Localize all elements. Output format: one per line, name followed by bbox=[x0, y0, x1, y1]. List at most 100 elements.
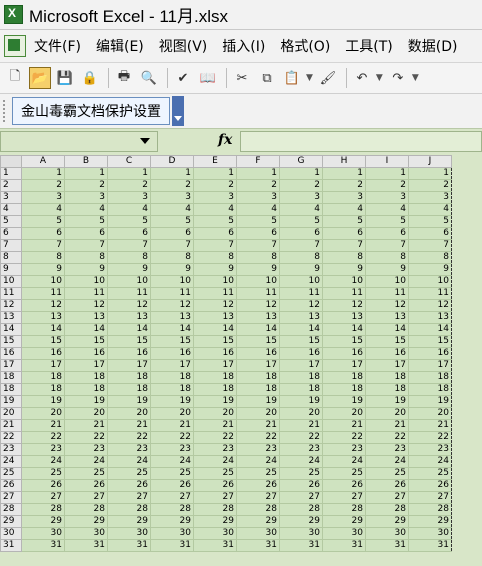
cell[interactable]: 19 bbox=[21, 395, 65, 408]
row-header[interactable]: 18 bbox=[0, 371, 22, 384]
cell[interactable]: 18 bbox=[150, 371, 194, 384]
cell[interactable]: 6 bbox=[64, 227, 108, 240]
cell[interactable]: 21 bbox=[279, 419, 323, 432]
cell[interactable]: 24 bbox=[236, 455, 280, 468]
cell[interactable]: 15 bbox=[21, 335, 65, 348]
cell[interactable]: 29 bbox=[107, 515, 151, 528]
row-header[interactable]: 24 bbox=[0, 455, 22, 468]
column-header[interactable]: C bbox=[107, 155, 151, 168]
cell[interactable]: 18 bbox=[365, 383, 409, 396]
open-folder-icon[interactable]: 📂 bbox=[29, 67, 51, 89]
cell[interactable]: 9 bbox=[21, 263, 65, 276]
row-header[interactable]: 1 bbox=[0, 167, 22, 180]
cell[interactable]: 8 bbox=[21, 251, 65, 264]
cell[interactable]: 18 bbox=[64, 383, 108, 396]
cell[interactable]: 23 bbox=[193, 443, 237, 456]
cell[interactable]: 30 bbox=[107, 527, 151, 540]
cell[interactable]: 1 bbox=[322, 167, 366, 180]
cell[interactable]: 18 bbox=[322, 371, 366, 384]
row-header[interactable]: 29 bbox=[0, 515, 22, 528]
cell[interactable]: 19 bbox=[365, 395, 409, 408]
cell[interactable]: 19 bbox=[279, 395, 323, 408]
cell[interactable]: 21 bbox=[21, 419, 65, 432]
column-header[interactable]: E bbox=[193, 155, 237, 168]
cell[interactable]: 16 bbox=[64, 347, 108, 360]
cell[interactable]: 14 bbox=[365, 323, 409, 336]
row-header[interactable]: 28 bbox=[0, 503, 22, 516]
cell[interactable]: 12 bbox=[236, 299, 280, 312]
cell[interactable]: 9 bbox=[236, 263, 280, 276]
excel-icon[interactable] bbox=[4, 5, 23, 24]
cell[interactable]: 6 bbox=[279, 227, 323, 240]
cell[interactable]: 29 bbox=[408, 515, 452, 528]
cell[interactable]: 27 bbox=[279, 491, 323, 504]
cell[interactable]: 6 bbox=[107, 227, 151, 240]
row-header[interactable]: 27 bbox=[0, 491, 22, 504]
cell[interactable]: 3 bbox=[64, 191, 108, 204]
cell[interactable]: 20 bbox=[408, 407, 452, 420]
cell[interactable]: 3 bbox=[365, 191, 409, 204]
cell[interactable]: 5 bbox=[236, 215, 280, 228]
row-header[interactable]: 19 bbox=[0, 395, 22, 408]
cell[interactable]: 13 bbox=[365, 311, 409, 324]
row-header[interactable]: 10 bbox=[0, 275, 22, 288]
cell[interactable]: 15 bbox=[107, 335, 151, 348]
cell[interactable]: 18 bbox=[107, 383, 151, 396]
cell[interactable]: 25 bbox=[322, 467, 366, 480]
cell[interactable]: 18 bbox=[21, 371, 65, 384]
cell[interactable]: 3 bbox=[279, 191, 323, 204]
row-header[interactable]: 30 bbox=[0, 527, 22, 540]
cell[interactable]: 3 bbox=[21, 191, 65, 204]
toolbar-grip[interactable] bbox=[3, 100, 8, 122]
cell[interactable]: 3 bbox=[107, 191, 151, 204]
cell[interactable]: 5 bbox=[279, 215, 323, 228]
cell[interactable]: 20 bbox=[322, 407, 366, 420]
cell[interactable]: 23 bbox=[21, 443, 65, 456]
cell[interactable]: 30 bbox=[236, 527, 280, 540]
cell[interactable]: 18 bbox=[279, 371, 323, 384]
cell[interactable]: 27 bbox=[236, 491, 280, 504]
cell[interactable]: 24 bbox=[408, 455, 452, 468]
cell[interactable]: 12 bbox=[193, 299, 237, 312]
cell[interactable]: 22 bbox=[64, 431, 108, 444]
menu-view[interactable]: 视图(V) bbox=[159, 36, 208, 56]
cell[interactable]: 2 bbox=[107, 179, 151, 192]
cell[interactable]: 4 bbox=[64, 203, 108, 216]
cell[interactable]: 22 bbox=[107, 431, 151, 444]
cell[interactable]: 4 bbox=[107, 203, 151, 216]
cell[interactable]: 21 bbox=[236, 419, 280, 432]
cell[interactable]: 19 bbox=[236, 395, 280, 408]
cell[interactable]: 5 bbox=[322, 215, 366, 228]
cell[interactable]: 1 bbox=[279, 167, 323, 180]
print-icon[interactable]: 🖶 bbox=[113, 67, 135, 89]
cell[interactable]: 31 bbox=[365, 539, 409, 552]
cell[interactable]: 26 bbox=[408, 479, 452, 492]
cell[interactable]: 12 bbox=[150, 299, 194, 312]
row-header[interactable]: 20 bbox=[0, 407, 22, 420]
column-header[interactable]: I bbox=[365, 155, 409, 168]
cell[interactable]: 16 bbox=[365, 347, 409, 360]
cell[interactable]: 5 bbox=[408, 215, 452, 228]
row-header[interactable]: 11 bbox=[0, 287, 22, 300]
cell[interactable]: 27 bbox=[365, 491, 409, 504]
cell[interactable]: 30 bbox=[408, 527, 452, 540]
cell[interactable]: 4 bbox=[408, 203, 452, 216]
cell[interactable]: 23 bbox=[322, 443, 366, 456]
cell[interactable]: 25 bbox=[236, 467, 280, 480]
cell[interactable]: 7 bbox=[107, 239, 151, 252]
cell[interactable]: 17 bbox=[193, 359, 237, 372]
cell[interactable]: 28 bbox=[21, 503, 65, 516]
cell[interactable]: 28 bbox=[64, 503, 108, 516]
cell[interactable]: 30 bbox=[365, 527, 409, 540]
cell[interactable]: 28 bbox=[107, 503, 151, 516]
row-header[interactable]: 4 bbox=[0, 203, 22, 216]
cell[interactable]: 23 bbox=[236, 443, 280, 456]
cell[interactable]: 9 bbox=[107, 263, 151, 276]
cell[interactable]: 16 bbox=[107, 347, 151, 360]
cell[interactable]: 19 bbox=[150, 395, 194, 408]
cell[interactable]: 6 bbox=[322, 227, 366, 240]
cell[interactable]: 22 bbox=[150, 431, 194, 444]
cell[interactable]: 11 bbox=[64, 287, 108, 300]
cell[interactable]: 26 bbox=[279, 479, 323, 492]
cell[interactable]: 4 bbox=[193, 203, 237, 216]
